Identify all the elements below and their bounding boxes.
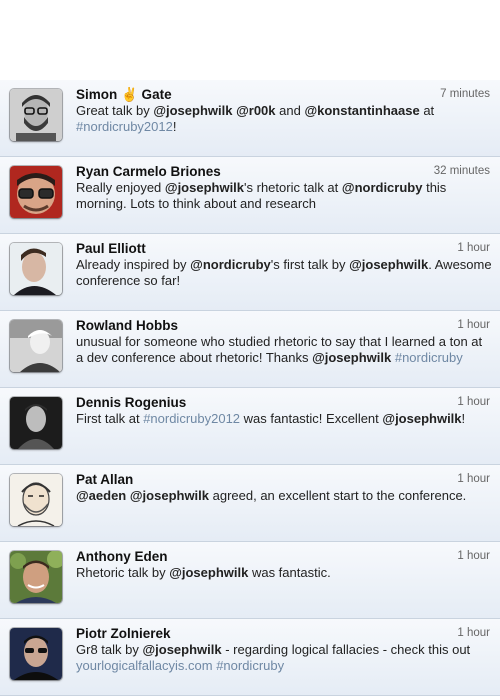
tweet-timestamp: 1 hour <box>457 627 490 639</box>
tweet-text: Great talk by @josephwilk @r00k and @kon… <box>76 103 492 135</box>
tweet-timestamp: 1 hour <box>457 319 490 331</box>
mention-link[interactable]: @josephwilk <box>142 642 221 657</box>
tweet-text-segment: at <box>419 103 435 118</box>
tweet-timestamp: 7 minutes <box>440 88 490 100</box>
avatar[interactable] <box>10 320 62 372</box>
mention-link[interactable]: @r00k <box>236 103 275 118</box>
tweet-item[interactable]: Simon ✌ Gate 7 minutes Great talk by @jo… <box>0 80 500 157</box>
tweet-text-segment: Already inspired by <box>76 257 191 272</box>
tweet-text-segment: Gr8 talk by <box>76 642 143 657</box>
mention-link[interactable]: @josephwilk <box>153 103 232 118</box>
mention-link[interactable]: @josephwilk <box>130 488 209 503</box>
mention-link[interactable]: @konstantinhaase <box>304 103 419 118</box>
user-avatar-icon <box>10 320 62 372</box>
url-link[interactable]: yourlogicalfallacyis.com <box>76 658 213 673</box>
avatar[interactable] <box>10 397 62 449</box>
tweet-author-name[interactable]: Rowland Hobbs <box>76 318 178 333</box>
user-avatar-icon <box>10 243 62 295</box>
tweet-text-segment: was fantastic. <box>248 565 331 580</box>
tweet-timeline[interactable]: Simon ✌ Gate 7 minutes Great talk by @jo… <box>0 80 500 696</box>
tweet-text-segment: - regarding logical fallacies - check th… <box>221 642 471 657</box>
avatar[interactable] <box>10 166 62 218</box>
hashtag-link[interactable]: #nordicruby2012 <box>143 411 240 426</box>
tweet-text-segment: 's rhetoric talk at <box>244 180 342 195</box>
tweet-text: First talk at #nordicruby2012 was fantas… <box>76 411 492 427</box>
mention-link[interactable]: @nordicruby <box>190 257 271 272</box>
avatar[interactable] <box>10 243 62 295</box>
avatar[interactable] <box>10 551 62 603</box>
tweet-text-segment: Really enjoyed <box>76 180 165 195</box>
tweet-author-name[interactable]: Ryan Carmelo Briones <box>76 164 221 179</box>
hashtag-link[interactable]: #nordicruby <box>395 350 463 365</box>
avatar[interactable] <box>10 89 62 141</box>
tweet-item[interactable]: Dennis Rogenius 1 hour First talk at #no… <box>0 388 500 465</box>
tweet-item[interactable]: Paul Elliott 1 hour Already inspired by … <box>0 234 500 311</box>
mention-link[interactable]: @josephwilk <box>165 180 244 195</box>
tweet-text: Already inspired by @nordicruby's first … <box>76 257 492 289</box>
tweet-author-name[interactable]: Anthony Eden <box>76 549 168 564</box>
mention-link[interactable]: @josephwilk <box>382 411 461 426</box>
tweet-text-segment: Great talk by <box>76 103 154 118</box>
tweet-author-name[interactable]: Paul Elliott <box>76 241 146 256</box>
tweet-text: unusual for someone who studied rhetoric… <box>76 334 492 366</box>
mention-link[interactable]: @josephwilk <box>169 565 248 580</box>
avatar[interactable] <box>10 628 62 680</box>
tweet-text-segment: was fantastic! Excellent <box>240 411 383 426</box>
tweet-timestamp: 32 minutes <box>433 165 490 177</box>
user-avatar-icon <box>10 397 62 449</box>
avatar[interactable] <box>10 474 62 526</box>
tweet-text-segment: Rhetoric talk by <box>76 565 170 580</box>
user-avatar-icon <box>10 474 62 526</box>
user-avatar-icon <box>10 166 62 218</box>
mention-link[interactable]: @josephwilk <box>349 257 428 272</box>
tweet-item[interactable]: Rowland Hobbs 1 hour unusual for someone… <box>0 311 500 388</box>
tweet-text: @aeden @josephwilk agreed, an excellent … <box>76 488 492 504</box>
tweet-text-segment: agreed, an excellent start to the confer… <box>209 488 467 503</box>
mention-link[interactable]: @aeden <box>76 488 126 503</box>
tweet-item[interactable]: Piotr Zolnierek 1 hour Gr8 talk by @jose… <box>0 619 500 696</box>
tweet-author-name[interactable]: Simon ✌ Gate <box>76 87 172 103</box>
mention-link[interactable]: @nordicruby <box>342 180 423 195</box>
tweet-text-segment: 's first talk by <box>270 257 350 272</box>
hashtag-link[interactable]: #nordicruby <box>216 658 284 673</box>
user-avatar-icon <box>10 89 62 141</box>
tweet-text-segment: First talk at <box>76 411 144 426</box>
tweet-text: Gr8 talk by @josephwilk - regarding logi… <box>76 642 492 674</box>
tweet-item[interactable]: Anthony Eden 1 hour Rhetoric talk by @jo… <box>0 542 500 619</box>
user-avatar-icon <box>10 628 62 680</box>
top-blank-area <box>0 0 500 80</box>
tweet-item[interactable]: Ryan Carmelo Briones 32 minutes Really e… <box>0 157 500 234</box>
tweet-author-name[interactable]: Pat Allan <box>76 472 133 487</box>
tweet-text: Really enjoyed @josephwilk's rhetoric ta… <box>76 180 492 212</box>
tweet-timestamp: 1 hour <box>457 242 490 254</box>
tweet-timestamp: 1 hour <box>457 473 490 485</box>
tweet-author-name[interactable]: Dennis Rogenius <box>76 395 186 410</box>
tweet-timestamp: 1 hour <box>457 550 490 562</box>
tweet-text-segment: and <box>275 103 305 118</box>
tweet-timestamp: 1 hour <box>457 396 490 408</box>
tweet-text-segment: ! <box>172 119 177 134</box>
user-avatar-icon <box>10 551 62 603</box>
tweet-author-name[interactable]: Piotr Zolnierek <box>76 626 171 641</box>
tweet-item[interactable]: Pat Allan 1 hour @aeden @josephwilk agre… <box>0 465 500 542</box>
mention-link[interactable]: @josephwilk <box>312 350 391 365</box>
tweet-text: Rhetoric talk by @josephwilk was fantast… <box>76 565 492 581</box>
tweet-text-segment: ! <box>461 411 466 426</box>
hashtag-link[interactable]: #nordicruby2012 <box>76 119 173 134</box>
